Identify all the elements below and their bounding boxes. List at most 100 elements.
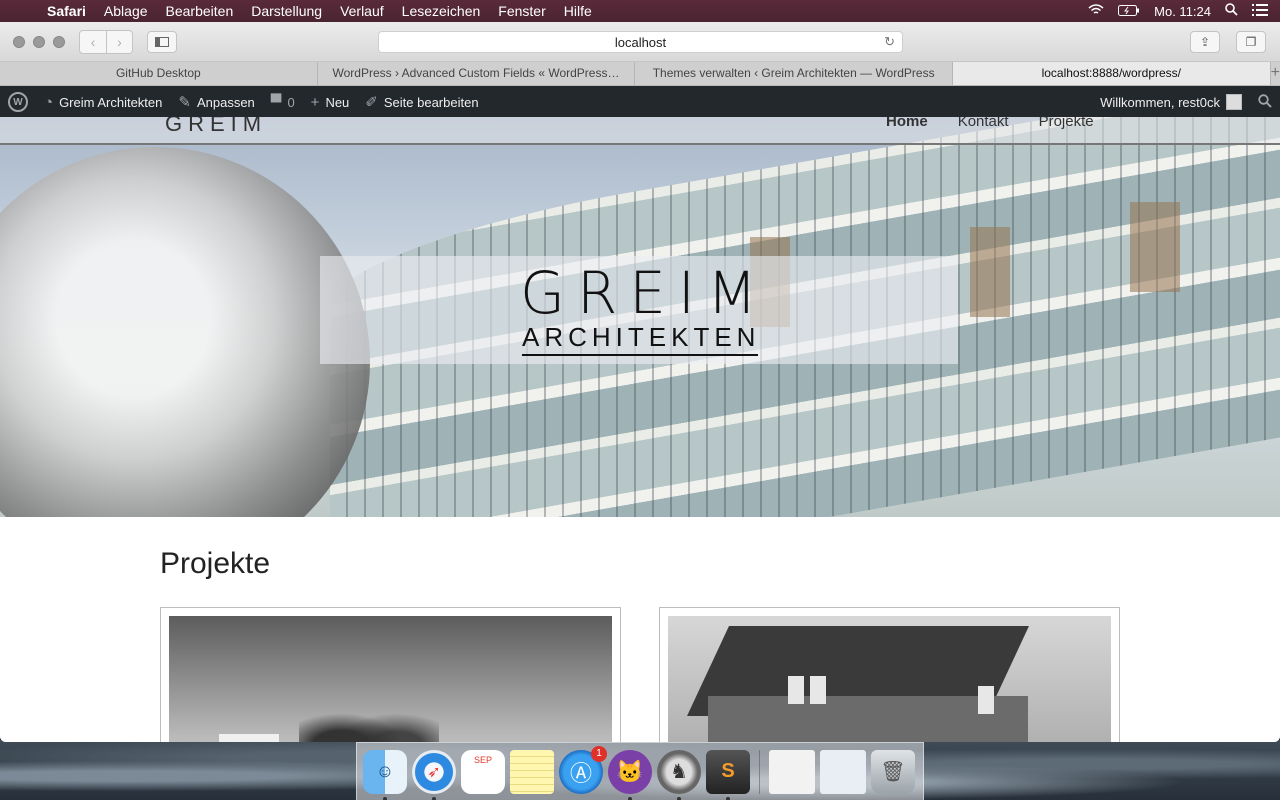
clock-text[interactable]: Mo. 11:24 — [1154, 4, 1211, 19]
toolbar-right-buttons: ⇪ ❐ — [1190, 31, 1266, 53]
menu-bearbeiten[interactable]: Bearbeiten — [157, 3, 243, 19]
avatar — [1226, 94, 1242, 110]
tab-bar: GitHub Desktop WordPress › Advanced Cust… — [0, 62, 1280, 86]
logo-architekten: ARCHITEKTEN — [522, 322, 758, 356]
website-viewport: GREIM Home Kontakt Projekte GREIM ARCHIT… — [0, 117, 1280, 742]
notification-center-icon[interactable] — [1252, 3, 1268, 19]
pencil-icon: ✐ — [365, 94, 378, 111]
section-title: Projekte — [160, 547, 271, 580]
new-label: Neu — [325, 94, 350, 110]
menu-app-safari[interactable]: Safari — [38, 3, 95, 19]
admin-search[interactable] — [1250, 86, 1280, 118]
dock-minimized-github-window[interactable] — [820, 749, 866, 794]
reload-icon[interactable]: ↻ — [884, 34, 895, 50]
admin-comments[interactable]: ▀ 0 — [263, 86, 303, 118]
customize-label: Anpassen — [196, 94, 255, 110]
projects-section: Projekte — [160, 547, 1120, 742]
trash-icon: 🗑 — [880, 761, 906, 783]
running-indicator — [628, 796, 632, 800]
spotlight-search-icon[interactable] — [1225, 3, 1238, 19]
admin-site-name[interactable]: ◔ Greim Architekten — [36, 86, 170, 118]
window-shape — [978, 686, 994, 714]
dock-minimized-mamp-window[interactable] — [769, 749, 815, 794]
address-bar[interactable]: localhost ↻ — [378, 31, 903, 53]
running-indicator — [432, 796, 436, 800]
menubar-status-area: Mo. 11:24 — [1088, 3, 1280, 19]
share-button[interactable]: ⇪ — [1190, 31, 1220, 53]
admin-new-content[interactable]: + Neu — [303, 86, 358, 118]
project-card[interactable] — [659, 607, 1120, 742]
site-header-logo[interactable]: GREIM — [165, 117, 267, 137]
dock-github-desktop[interactable]: 🐱 — [608, 749, 652, 800]
white-building-shape — [219, 734, 279, 742]
mamp-elephant-icon: ♞ — [670, 761, 688, 783]
tab-themes-verwalten[interactable]: Themes verwalten ‹ Greim Architekten — W… — [635, 62, 953, 85]
wp-logo-menu[interactable]: W — [0, 86, 36, 118]
nav-link-projekte[interactable]: Projekte — [1039, 117, 1094, 130]
nav-link-kontakt[interactable]: Kontakt — [958, 117, 1009, 130]
dock-app-store[interactable]: Ⓐ 1 — [559, 745, 607, 794]
facade-panel — [1130, 202, 1180, 292]
forward-button[interactable]: › — [106, 30, 132, 53]
minimize-window-button[interactable] — [33, 35, 45, 48]
wordpress-logo-icon: W — [8, 92, 28, 112]
dock-safari[interactable]: ➶ — [412, 749, 456, 800]
logo-greim: GREIM — [520, 259, 770, 327]
hero-image: GREIM Home Kontakt Projekte GREIM ARCHIT… — [0, 117, 1280, 517]
wifi-icon[interactable] — [1088, 3, 1104, 19]
window-shape — [788, 676, 804, 704]
project-grid — [160, 607, 1120, 742]
sidebar-toggle-button[interactable] — [147, 30, 177, 53]
menu-lesezeichen[interactable]: Lesezeichen — [393, 3, 490, 19]
back-button[interactable]: ‹ — [80, 31, 106, 53]
dock-trash[interactable]: 🗑 — [871, 749, 915, 794]
calendar-month: SEP — [473, 754, 492, 765]
sublime-text-icon: S — [721, 760, 735, 782]
tab-github-desktop[interactable]: GitHub Desktop — [0, 62, 318, 85]
history-navigation: ‹ › — [79, 29, 133, 54]
greim-architekten-logo: GREIM ARCHITEKTEN — [520, 264, 760, 356]
project-thumbnail[interactable] — [668, 616, 1111, 742]
search-icon — [1258, 93, 1272, 111]
comment-bubble-icon: ▀ — [270, 93, 282, 111]
dock-notes[interactable] — [510, 749, 554, 794]
site-main-nav: Home Kontakt Projekte — [886, 117, 1094, 130]
admin-bar-right: Willkommen, rest0ck — [1092, 86, 1280, 118]
tab-overview-button[interactable]: ❐ — [1236, 31, 1266, 53]
dock-calendar[interactable]: SEP 28 — [461, 749, 505, 794]
calendar-day: 28 — [470, 763, 496, 789]
safari-window: ‹ › localhost ↻ ⇪ ❐ GitHub Desktop WordP… — [0, 22, 1280, 742]
project-thumbnail[interactable] — [169, 616, 612, 742]
close-window-button[interactable] — [13, 35, 25, 48]
share-icon: ⇪ — [1199, 35, 1211, 49]
menu-hilfe[interactable]: Hilfe — [555, 3, 601, 19]
bare-trees-shape — [299, 696, 439, 742]
admin-account-menu[interactable]: Willkommen, rest0ck — [1092, 86, 1250, 118]
menu-verlauf[interactable]: Verlauf — [331, 3, 393, 19]
menu-darstellung[interactable]: Darstellung — [242, 3, 331, 19]
window-shape — [810, 676, 826, 704]
admin-customize[interactable]: ✎ Anpassen — [170, 86, 262, 118]
project-card[interactable] — [160, 607, 621, 742]
admin-edit-page[interactable]: ✐ Seite bearbeiten — [357, 86, 486, 118]
site-name-label: Greim Architekten — [59, 94, 163, 110]
dock-finder[interactable]: ☺ — [363, 749, 407, 800]
battery-icon[interactable] — [1118, 4, 1140, 19]
chevron-right-icon: › — [117, 33, 122, 50]
tab-localhost-wordpress[interactable]: localhost:8888/wordpress/ — [952, 62, 1271, 85]
running-indicator — [726, 796, 730, 800]
edit-page-label: Seite bearbeiten — [383, 94, 479, 110]
sidebar-icon — [155, 36, 169, 47]
zoom-window-button[interactable] — [53, 35, 65, 48]
dock-sublime-text[interactable]: S — [706, 749, 750, 800]
menu-fenster[interactable]: Fenster — [489, 3, 554, 19]
dashboard-gauge-icon: ◔ — [44, 93, 54, 111]
dock-mamp[interactable]: ♞ — [657, 749, 701, 800]
menu-ablage[interactable]: Ablage — [95, 3, 157, 19]
nav-link-home[interactable]: Home — [886, 117, 928, 130]
app-store-icon: Ⓐ — [569, 760, 592, 786]
new-tab-button[interactable]: + — [1271, 62, 1280, 85]
running-indicator — [383, 796, 387, 800]
tab-wordpress-acf[interactable]: WordPress › Advanced Custom Fields « Wor… — [318, 62, 636, 85]
notification-badge: 1 — [591, 745, 607, 762]
